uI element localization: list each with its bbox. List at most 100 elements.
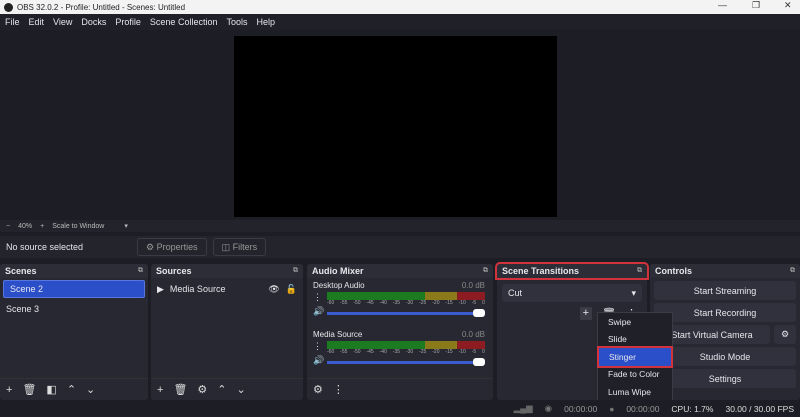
virtual-camera-settings-icon[interactable]: ⚙ xyxy=(774,325,796,344)
sources-toolbar: + 🗑 ⚙ ⌃ ⌄ xyxy=(151,378,303,400)
menu-item-stinger[interactable]: Stinger xyxy=(597,346,673,368)
settings-button[interactable]: Settings xyxy=(654,369,796,388)
scenes-header: Scenes ⧉ xyxy=(0,264,148,278)
cpu-usage: CPU: 1.7% xyxy=(671,403,714,414)
menu-item-slide[interactable]: Slide xyxy=(598,331,672,349)
play-icon: ▶ xyxy=(157,283,164,294)
mixer-channel: Media Source 0.0 dB ⋮ -60 -55 -50 -45 -40 -35-… xyxy=(307,327,493,376)
menu-docks[interactable]: Docks xyxy=(81,17,106,27)
controls-header: Controls ⧉ xyxy=(650,264,800,278)
record-icon: ● xyxy=(609,403,615,414)
source-item[interactable]: ▶ Media Source 👁 🔓 xyxy=(151,280,303,298)
filter-icon: ◫ xyxy=(221,241,233,252)
menu-profile[interactable]: Profile xyxy=(115,17,141,27)
mixer-toolbar: ⚙ ⋮ xyxy=(307,378,493,400)
more-icon[interactable]: ⋮ xyxy=(333,383,344,396)
menu-help[interactable]: Help xyxy=(256,17,275,27)
controls-title: Controls xyxy=(655,266,692,276)
trash-icon[interactable]: 🗑 xyxy=(173,383,187,396)
eye-icon[interactable]: 👁 xyxy=(268,284,279,295)
status-bar: ▂▄▆ ◉ 00:00:00 ● 00:00:00 CPU: 1.7% 30.0… xyxy=(0,400,800,417)
channel-name: Desktop Audio xyxy=(313,281,365,290)
source-toolbar: No source selected ⚙ Properties ◫ Filter… xyxy=(0,236,800,258)
menu-view[interactable]: View xyxy=(53,17,72,27)
menu-tools[interactable]: Tools xyxy=(226,17,247,27)
mixer-channel: Desktop Audio 0.0 dB ⋮ -60 -55 -50 -45 -40 -35… xyxy=(307,278,493,327)
undock-icon[interactable]: ⧉ xyxy=(293,267,298,275)
filters-button[interactable]: ◫ Filters xyxy=(212,238,267,256)
undock-icon[interactable]: ⧉ xyxy=(790,267,795,275)
add-icon[interactable]: + xyxy=(157,384,163,396)
transition-current: Cut xyxy=(508,288,523,298)
advanced-audio-icon[interactable]: ⚙ xyxy=(313,383,323,396)
undock-icon[interactable]: ⧉ xyxy=(483,267,488,275)
scene-transitions-header: Scene Transitions ⧉ xyxy=(495,262,649,280)
volume-slider[interactable] xyxy=(327,309,485,317)
studio-mode-button[interactable]: Studio Mode xyxy=(654,347,796,366)
properties-label: Properties xyxy=(156,242,198,252)
scene-item[interactable]: Scene 2 xyxy=(3,280,145,298)
scene-transitions-title: Scene Transitions xyxy=(502,266,580,276)
stream-icon: ◉ xyxy=(544,403,553,413)
record-time: 00:00:00 xyxy=(626,403,660,414)
start-streaming-button[interactable]: Start Streaming xyxy=(654,281,796,300)
sources-header: Sources ⧉ xyxy=(151,264,303,278)
volume-meter xyxy=(327,341,485,349)
fps: 30.00 / 30.00 FPS xyxy=(725,403,794,414)
start-recording-button[interactable]: Start Recording xyxy=(654,303,796,322)
signal-icon: ▂▄▆ xyxy=(513,403,533,413)
add-transition-menu: Swipe Slide Stinger Fade to Color Luma W… xyxy=(597,312,673,402)
volume-meter xyxy=(327,292,485,300)
properties-button[interactable]: ⚙ Properties xyxy=(137,238,207,256)
add-icon[interactable]: + xyxy=(579,307,593,320)
trash-icon[interactable]: 🗑 xyxy=(22,383,36,396)
filters-label: Filters xyxy=(232,242,258,252)
more-icon[interactable]: ⋮ xyxy=(313,341,323,355)
stream-time: 00:00:00 xyxy=(564,403,598,414)
gear-icon: ⚙ xyxy=(146,241,157,252)
menu-scene-collection[interactable]: Scene Collection xyxy=(150,17,218,27)
menu-edit[interactable]: Edit xyxy=(29,17,45,27)
menu-file[interactable]: File xyxy=(5,17,20,27)
scale-mode-select[interactable]: Scale to Window xyxy=(52,223,104,230)
volume-slider[interactable] xyxy=(327,358,485,366)
zoom-in-button[interactable]: + xyxy=(40,223,44,230)
source-name: Media Source xyxy=(169,284,226,294)
title-bar: OBS 32.0.2 - Profile: Untitled - Scenes:… xyxy=(0,0,800,14)
move-up-icon[interactable]: ⌃ xyxy=(217,383,226,396)
speaker-icon[interactable]: 🔊 xyxy=(313,306,324,317)
audio-mixer-title: Audio Mixer xyxy=(312,266,364,276)
more-icon[interactable]: ⋮ xyxy=(313,292,323,306)
menu-item-luma-wipe[interactable]: Luma Wipe xyxy=(598,383,672,401)
scene-item[interactable]: Scene 3 xyxy=(0,300,148,318)
chevron-down-icon[interactable]: ▾ xyxy=(124,222,128,230)
zoom-out-button[interactable]: − xyxy=(6,223,10,230)
maximize-button[interactable]: ❐ xyxy=(752,0,760,11)
meter-ticks: -60 -55 -50 -45 -40 -35 -30 -25 -20 -15 -10 -5 0 xyxy=(327,300,485,306)
add-icon[interactable]: + xyxy=(6,384,12,396)
obs-logo-icon xyxy=(4,2,13,12)
speaker-icon[interactable]: 🔊 xyxy=(313,355,324,366)
transition-select[interactable]: Cut ▾ xyxy=(502,284,642,302)
audio-mixer-header: Audio Mixer ⧉ xyxy=(307,264,493,278)
gear-icon[interactable]: ⚙ xyxy=(197,383,207,396)
meter-ticks: -60 -55 -50 -45 -40 -35 -30 -25 -20 -15 -10 -5 0 xyxy=(327,349,485,355)
move-up-icon[interactable]: ⌃ xyxy=(67,383,76,396)
minimize-button[interactable]: — xyxy=(718,0,727,10)
undock-icon[interactable]: ⧉ xyxy=(138,267,143,275)
undock-icon[interactable]: ⧉ xyxy=(637,267,642,275)
move-down-icon[interactable]: ⌄ xyxy=(86,383,95,396)
sources-dock: Sources ⧉ ▶ Media Source 👁 🔓 + 🗑 ⚙ ⌃ ⌄ xyxy=(151,264,303,400)
close-button[interactable]: ✕ xyxy=(784,0,792,11)
scenes-toolbar: + 🗑 ◧ ⌃ ⌄ xyxy=(0,378,148,400)
menu-item-fade-to-color[interactable]: Fade to Color xyxy=(598,366,672,384)
audio-mixer-dock: Audio Mixer ⧉ Desktop Audio 0.0 dB ⋮ -60 -5… xyxy=(307,264,493,400)
zoom-level: 40% xyxy=(18,222,33,230)
filter-icon[interactable]: ◧ xyxy=(46,383,56,396)
sources-title: Sources xyxy=(156,266,192,276)
lock-icon[interactable]: 🔓 xyxy=(286,284,297,295)
menu-item-swipe[interactable]: Swipe xyxy=(598,313,672,331)
move-down-icon[interactable]: ⌄ xyxy=(237,383,246,396)
preview-canvas[interactable] xyxy=(234,36,557,217)
channel-name: Media Source xyxy=(313,330,363,339)
